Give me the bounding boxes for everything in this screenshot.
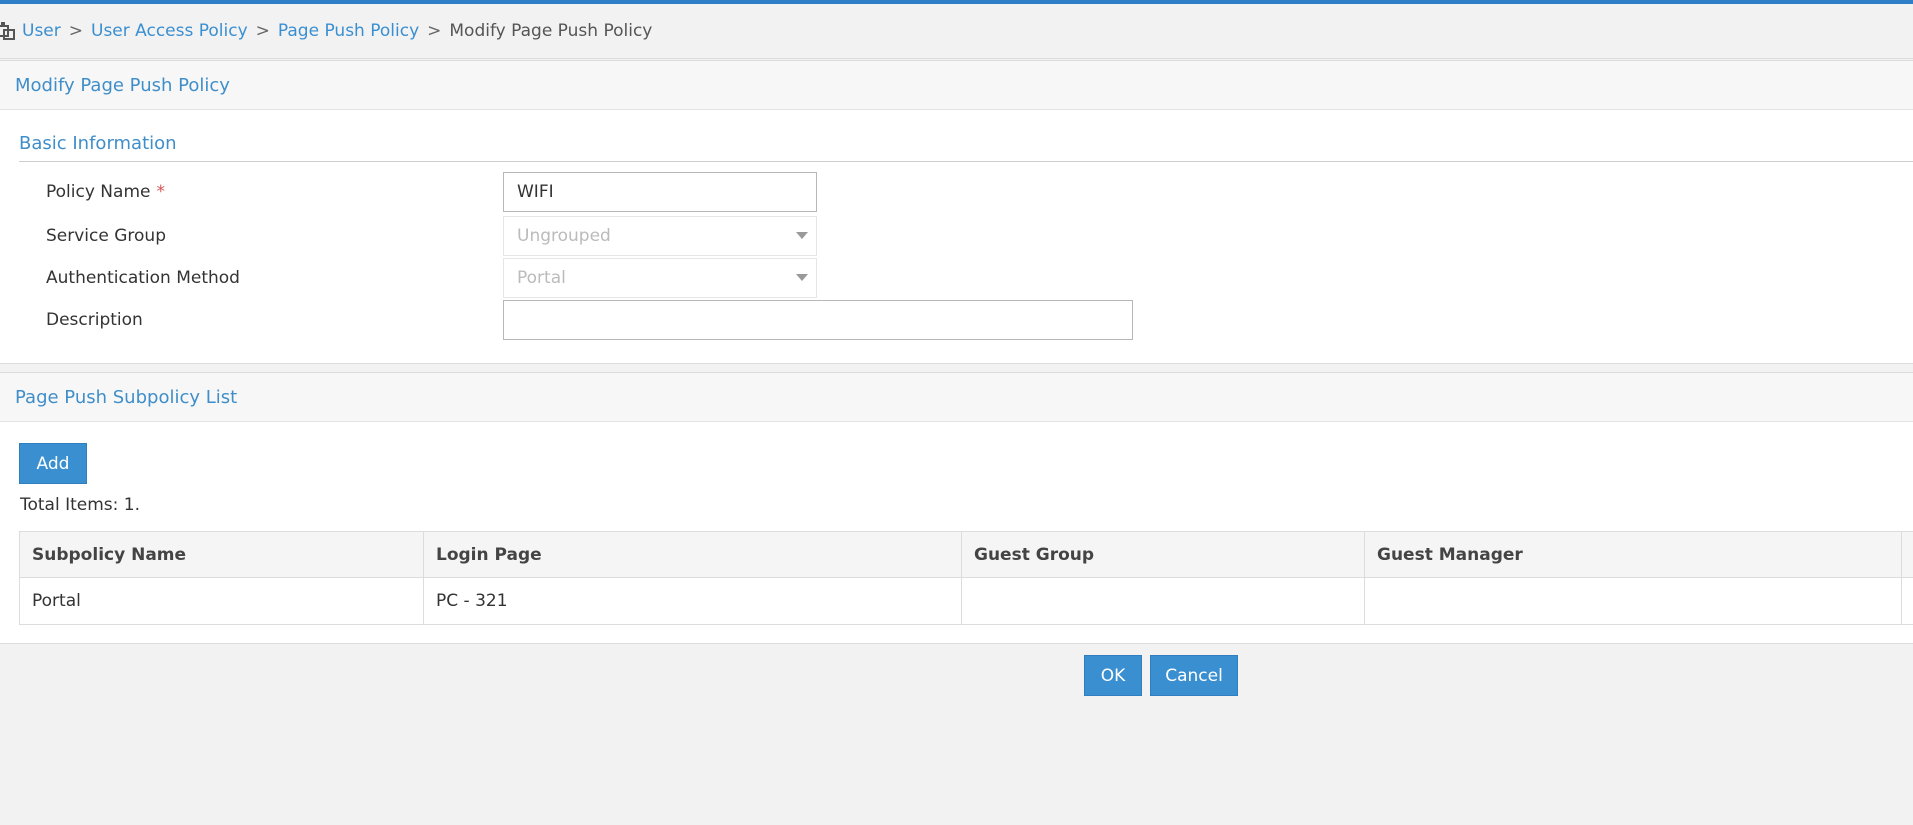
table-row[interactable]: Portal PC - 321 xyxy=(19,577,1913,625)
breadcrumb-separator: > xyxy=(427,21,442,41)
chevron-down-icon xyxy=(796,274,808,281)
description-label: Description xyxy=(46,310,143,330)
subpolicy-list-title: Page Push Subpolicy List xyxy=(0,373,1913,422)
home-icon xyxy=(0,20,20,42)
page-title: Modify Page Push Policy xyxy=(0,61,1913,110)
authentication-method-select: Portal xyxy=(503,258,817,298)
cell-guest-group xyxy=(961,577,1365,625)
breadcrumb-separator: > xyxy=(255,21,270,41)
column-header-guest-group[interactable]: Guest Group xyxy=(961,531,1365,578)
authentication-method-value: Portal xyxy=(517,268,566,288)
breadcrumb-current: Modify Page Push Policy xyxy=(449,21,653,41)
service-group-select: Ungrouped xyxy=(503,216,817,256)
service-group-value: Ungrouped xyxy=(517,226,611,246)
service-group-label: Service Group xyxy=(46,226,166,246)
table-header-row: Subpolicy Name Login Page Guest Group Gu… xyxy=(19,531,1913,578)
add-button[interactable]: Add xyxy=(19,443,87,484)
cell-login-page: PC - 321 xyxy=(423,577,962,625)
basic-information-title: Basic Information xyxy=(19,125,1913,162)
policy-name-label: Policy Name * xyxy=(46,174,165,210)
column-header-extra xyxy=(1901,531,1913,578)
cell-guest-manager xyxy=(1364,577,1902,625)
breadcrumb-user-access-policy[interactable]: User Access Policy xyxy=(91,21,248,41)
column-header-guest-manager[interactable]: Guest Manager xyxy=(1364,531,1902,578)
total-items: Total Items: 1. xyxy=(20,495,141,515)
policy-name-input[interactable]: WIFI xyxy=(503,172,817,212)
description-input[interactable] xyxy=(503,300,1133,340)
subpolicy-table: Subpolicy Name Login Page Guest Group Gu… xyxy=(19,531,1913,625)
breadcrumb: User > User Access Policy > Page Push Po… xyxy=(0,4,1913,59)
cell-subpolicy-name: Portal xyxy=(19,577,424,625)
cancel-button[interactable]: Cancel xyxy=(1150,655,1238,696)
ok-button[interactable]: OK xyxy=(1084,655,1142,696)
breadcrumb-separator: > xyxy=(68,21,83,41)
authentication-method-label: Authentication Method xyxy=(46,268,240,288)
breadcrumb-user[interactable]: User xyxy=(22,21,61,41)
cell-extra xyxy=(1901,577,1913,625)
required-marker: * xyxy=(156,182,165,202)
column-header-subpolicy-name[interactable]: Subpolicy Name xyxy=(19,531,424,578)
breadcrumb-page-push-policy[interactable]: Page Push Policy xyxy=(278,21,419,41)
policy-name-label-text: Policy Name xyxy=(46,182,151,202)
chevron-down-icon xyxy=(796,232,808,239)
column-header-login-page[interactable]: Login Page xyxy=(423,531,962,578)
